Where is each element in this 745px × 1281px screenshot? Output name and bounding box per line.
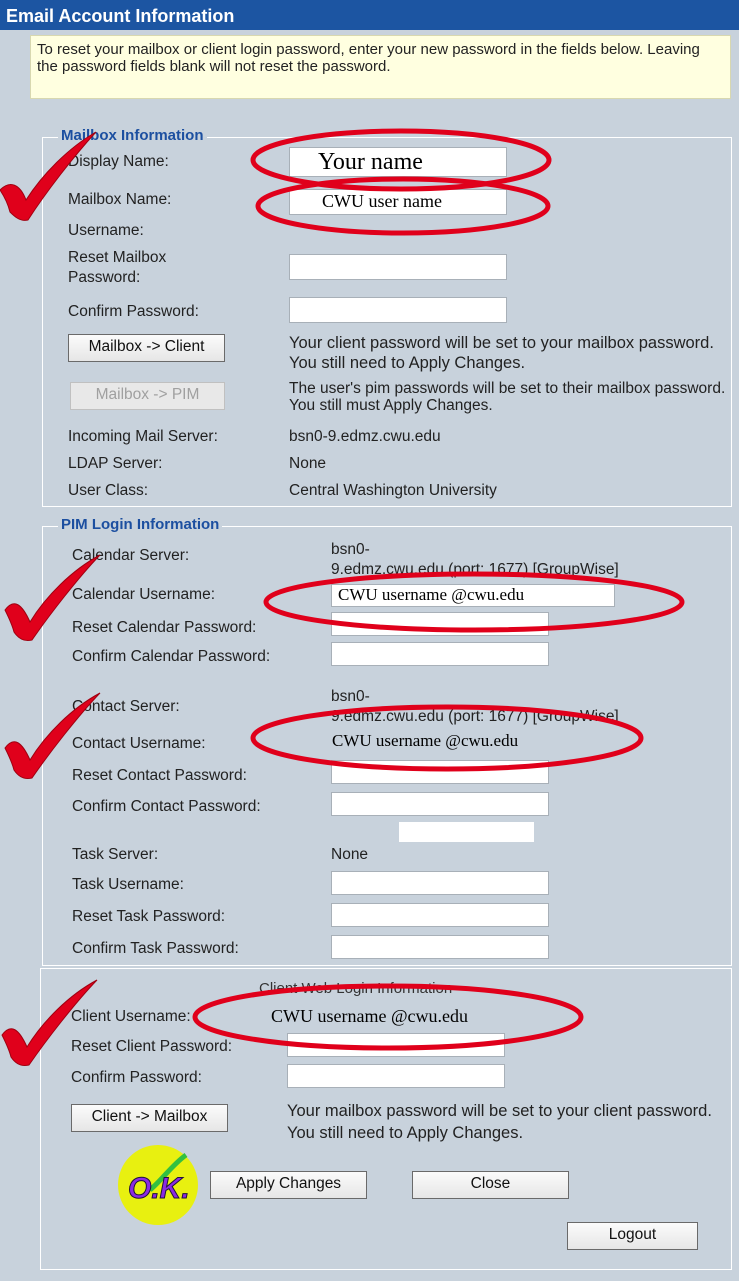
logout-button[interactable]: Logout <box>567 1222 698 1250</box>
page-header: Email Account Information <box>0 0 739 30</box>
confirm-task-password-field[interactable] <box>331 935 549 959</box>
mailbox-name-field[interactable]: CWU user name <box>289 189 507 215</box>
contact-server-value-line1: bsn0- <box>331 688 370 705</box>
mailbox-to-client-note: Your client password will be set to your… <box>289 334 714 372</box>
client-to-mailbox-button[interactable]: Client -> Mailbox <box>71 1104 228 1132</box>
ldap-server-value: None <box>289 455 327 472</box>
blank-white-box <box>399 822 534 842</box>
confirm-password-label: Confirm Password: <box>68 303 199 320</box>
calendar-server-value-line1: bsn0- <box>331 541 370 558</box>
reset-calendar-password-field[interactable] <box>331 612 549 636</box>
email-account-page: Email Account Information To reset your … <box>0 0 739 1281</box>
mailbox-to-pim-button[interactable]: Mailbox -> PIM <box>70 382 225 410</box>
reset-contact-password-field[interactable] <box>331 760 549 784</box>
calendar-username-field[interactable]: CWU username @cwu.edu <box>331 584 615 607</box>
client-confirm-password-label: Confirm Password: <box>71 1069 202 1086</box>
task-username-field[interactable] <box>331 871 549 895</box>
client-username-label: Client Username: <box>71 1008 191 1025</box>
confirm-contact-password-field[interactable] <box>331 792 549 816</box>
reset-mailbox-password-field[interactable] <box>289 254 507 280</box>
mailbox-to-client-button[interactable]: Mailbox -> Client <box>68 334 225 362</box>
client-confirm-password-field[interactable] <box>287 1064 505 1088</box>
reset-client-password-field[interactable] <box>287 1033 505 1057</box>
client-web-title: Client Web Login Information <box>259 980 453 997</box>
mailbox-information-legend: Mailbox Information <box>58 127 207 144</box>
task-username-label: Task Username: <box>72 876 184 893</box>
contact-username-label: Contact Username: <box>72 735 206 752</box>
apply-changes-button[interactable]: Apply Changes <box>210 1171 367 1199</box>
client-username-value: CWU username @cwu.edu <box>271 1006 469 1026</box>
confirm-task-password-label: Confirm Task Password: <box>72 940 239 957</box>
display-name-label: Display Name: <box>68 153 169 170</box>
mailbox-name-label: Mailbox Name: <box>68 191 172 208</box>
intro-note: To reset your mailbox or client login pa… <box>30 35 731 99</box>
reset-task-password-field[interactable] <box>331 903 549 927</box>
client-to-mailbox-note: Your mailbox password will be set to you… <box>287 1102 712 1142</box>
reset-calendar-password-label: Reset Calendar Password: <box>72 619 257 636</box>
contact-username-field[interactable]: CWU username @cwu.edu <box>331 730 549 752</box>
display-name-field[interactable]: Your name <box>289 147 507 177</box>
confirm-calendar-password-label: Confirm Calendar Password: <box>72 648 271 665</box>
reset-task-password-label: Reset Task Password: <box>72 908 226 925</box>
task-server-value: None <box>331 846 369 863</box>
contact-server-value-line2: 9.edmz.cwu.edu (port: 1677) [GroupWise] <box>331 708 619 725</box>
confirm-password-field[interactable] <box>289 297 507 323</box>
close-button[interactable]: Close <box>412 1171 569 1199</box>
pim-login-legend: PIM Login Information <box>58 516 223 533</box>
user-class-label: User Class: <box>68 482 149 499</box>
user-class-value: Central Washington University <box>289 482 497 499</box>
reset-mailbox-password-label: Reset Mailbox Password: <box>68 249 167 286</box>
username-label: Username: <box>68 222 144 239</box>
ldap-server-label: LDAP Server: <box>68 455 163 472</box>
calendar-username-label: Calendar Username: <box>72 586 216 603</box>
reset-client-password-label: Reset Client Password: <box>71 1038 233 1055</box>
page-title: Email Account Information <box>6 6 235 26</box>
mailbox-to-pim-note: The user's pim passwords will be set to … <box>289 380 726 414</box>
confirm-contact-password-label: Confirm Contact Password: <box>72 798 261 815</box>
calendar-server-label: Calendar Server: <box>72 547 190 564</box>
reset-contact-password-label: Reset Contact Password: <box>72 767 247 784</box>
incoming-mail-server-value: bsn0-9.edmz.cwu.edu <box>289 428 441 445</box>
confirm-calendar-password-field[interactable] <box>331 642 549 666</box>
calendar-server-value-line2: 9.edmz.cwu.edu (port: 1677) [GroupWise] <box>331 561 619 578</box>
contact-server-label: Contact Server: <box>72 698 180 715</box>
incoming-mail-server-label: Incoming Mail Server: <box>68 428 218 445</box>
task-server-label: Task Server: <box>72 846 159 863</box>
